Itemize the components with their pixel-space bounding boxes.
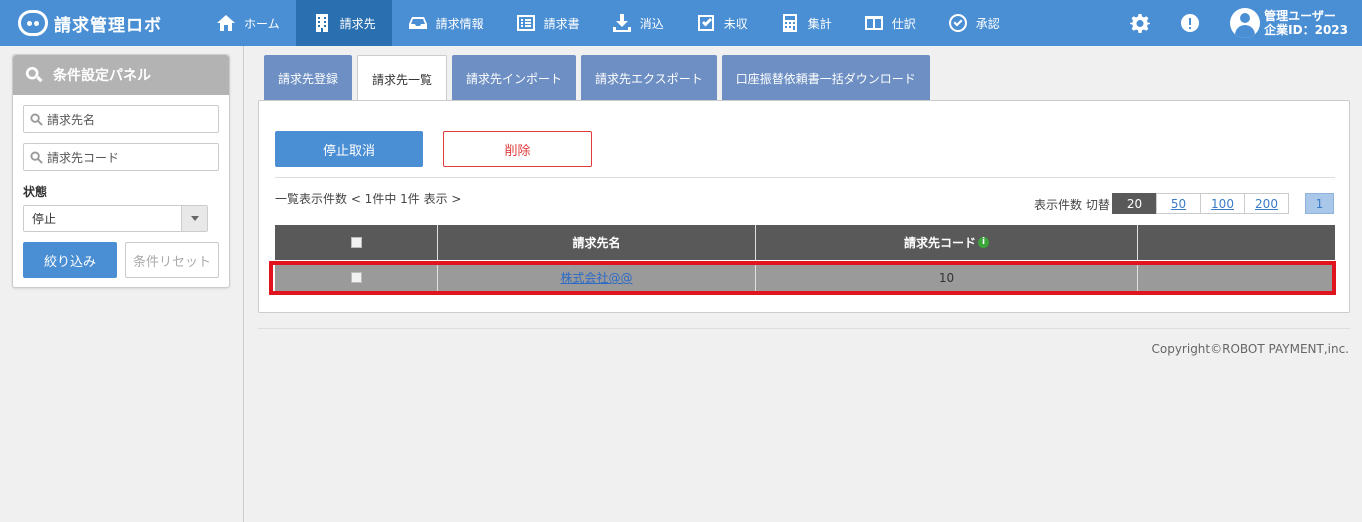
header-client-name[interactable]: 請求先名 bbox=[438, 225, 756, 260]
nav-label: 未収 bbox=[723, 16, 748, 31]
tab-client-register[interactable]: 請求先登録 bbox=[264, 55, 353, 101]
client-tabs: 請求先登録 請求先一覧 請求先インポート 請求先エクスポート 口座振替依頼書一括… bbox=[264, 55, 935, 102]
app-logo[interactable]: 請求管理ロボ bbox=[0, 0, 200, 46]
info-icon[interactable]: i bbox=[978, 237, 989, 248]
header-client-code[interactable]: 請求先コード i bbox=[756, 225, 1138, 260]
user-menu[interactable]: 管理ユーザー 企業ID：2023 bbox=[1230, 8, 1348, 38]
delete-button[interactable]: 削除 bbox=[443, 131, 592, 167]
client-table: 請求先名 請求先コード i 株式会社@@ 10 bbox=[275, 225, 1335, 293]
filter-panel-header: 条件設定パネル bbox=[13, 55, 229, 95]
per-page-selector: 20 50 100 200 bbox=[1112, 193, 1289, 214]
nav-approval[interactable]: 承認 bbox=[932, 0, 1016, 46]
page-1-button[interactable]: 1 bbox=[1305, 193, 1334, 214]
main-nav: ホーム 請求先 請求情報 請求書 消込 未収 集計 仕訳 承認 bbox=[200, 0, 1016, 46]
client-code-placeholder: 請求先コード bbox=[47, 150, 120, 165]
cancel-suspension-button[interactable]: 停止取消 bbox=[275, 131, 423, 167]
filter-panel-title: 条件設定パネル bbox=[53, 68, 151, 84]
per-page-200[interactable]: 200 bbox=[1244, 193, 1289, 214]
per-page-100[interactable]: 100 bbox=[1200, 193, 1245, 214]
columns-icon bbox=[864, 13, 884, 33]
nav-label: 消込 bbox=[639, 16, 664, 31]
header-right: 管理ユーザー 企業ID：2023 bbox=[1130, 0, 1362, 46]
client-name-placeholder: 請求先名 bbox=[47, 112, 96, 127]
state-label: 状態 bbox=[23, 185, 48, 199]
tab-client-export[interactable]: 請求先エクスポート bbox=[581, 55, 717, 101]
nav-clients[interactable]: 請求先 bbox=[295, 0, 392, 46]
reset-conditions-button[interactable]: 条件リセット bbox=[125, 242, 219, 278]
nav-home[interactable]: ホーム bbox=[200, 0, 296, 46]
gear-icon[interactable] bbox=[1130, 13, 1151, 33]
nav-label: 請求情報 bbox=[435, 16, 484, 31]
filter-panel: 条件設定パネル 請求先名 請求先コード 状態 停止 絞り込み 条件リセット bbox=[12, 54, 230, 288]
row-empty bbox=[1138, 262, 1335, 293]
list-icon bbox=[516, 13, 536, 33]
row-client-name: 株式会社@@ bbox=[438, 262, 756, 293]
per-page-50[interactable]: 50 bbox=[1156, 193, 1201, 214]
nav-journal[interactable]: 仕訳 bbox=[848, 0, 932, 46]
logo-text: 請求管理ロボ bbox=[54, 15, 162, 36]
client-list-panel: 停止取消 削除 一覧表示件数 < 1件中 1件 表示 > 表示件数 切替 20 … bbox=[258, 100, 1350, 313]
nav-reconcile[interactable]: 消込 bbox=[596, 0, 680, 46]
check-circle-icon bbox=[948, 13, 968, 33]
nav-label: ホーム bbox=[244, 16, 280, 31]
sidebar: 条件設定パネル 請求先名 請求先コード 状態 停止 絞り込み 条件リセット bbox=[0, 46, 244, 522]
user-info: 管理ユーザー 企業ID：2023 bbox=[1264, 9, 1348, 37]
header-client-code-label: 請求先コード bbox=[903, 236, 976, 250]
company-id: 企業ID：2023 bbox=[1264, 23, 1348, 37]
row-checkbox[interactable] bbox=[350, 272, 362, 283]
search-icon bbox=[30, 112, 43, 126]
filter-button[interactable]: 絞り込み bbox=[23, 242, 117, 278]
home-icon bbox=[216, 13, 236, 33]
nav-invoices[interactable]: 請求書 bbox=[500, 0, 596, 46]
alert-icon[interactable] bbox=[1180, 13, 1200, 33]
download-icon bbox=[612, 13, 632, 33]
nav-label: 請求先 bbox=[339, 16, 376, 31]
nav-billing-info[interactable]: 請求情報 bbox=[392, 0, 500, 46]
list-summary: 一覧表示件数 < 1件中 1件 表示 > bbox=[275, 192, 462, 206]
nav-label: 集計 bbox=[807, 16, 832, 31]
search-icon bbox=[25, 66, 43, 83]
per-page-label: 表示件数 切替 bbox=[1034, 198, 1110, 212]
robot-logo-icon bbox=[18, 10, 48, 36]
nav-label: 承認 bbox=[975, 16, 1000, 31]
building-icon bbox=[312, 13, 332, 33]
chevron-down-icon bbox=[181, 206, 207, 231]
select-all-checkbox[interactable] bbox=[350, 237, 362, 248]
client-name-link[interactable]: 株式会社@@ bbox=[560, 269, 632, 286]
nav-unpaid[interactable]: 未収 bbox=[680, 0, 764, 46]
divider bbox=[275, 177, 1335, 178]
nav-label: 請求書 bbox=[543, 16, 580, 31]
header-empty bbox=[1138, 225, 1335, 260]
inbox-icon bbox=[408, 13, 428, 33]
user-name: 管理ユーザー bbox=[1264, 9, 1336, 23]
avatar-icon bbox=[1230, 8, 1261, 38]
tab-client-list[interactable]: 請求先一覧 bbox=[357, 55, 448, 102]
nav-label: 仕訳 bbox=[891, 16, 916, 31]
top-header: 請求管理ロボ ホーム 請求先 請求情報 請求書 消込 未収 集計 仕訳 承認 管… bbox=[0, 0, 1362, 46]
calculator-icon bbox=[780, 13, 800, 33]
copyright: Copyright©ROBOT PAYMENT,inc. bbox=[1151, 342, 1349, 356]
state-select[interactable]: 停止 bbox=[23, 205, 208, 232]
client-name-input[interactable]: 請求先名 bbox=[23, 105, 219, 133]
table-row: 株式会社@@ 10 bbox=[275, 262, 1335, 293]
per-page-20[interactable]: 20 bbox=[1112, 193, 1157, 214]
tab-bulk-download[interactable]: 口座振替依頼書一括ダウンロード bbox=[721, 55, 930, 101]
tab-client-import[interactable]: 請求先インポート bbox=[452, 55, 577, 101]
table-header-row: 請求先名 請求先コード i bbox=[275, 225, 1335, 260]
search-icon bbox=[30, 150, 43, 164]
client-code-input[interactable]: 請求先コード bbox=[23, 143, 219, 171]
row-select-cell bbox=[275, 262, 438, 293]
checkbox-icon bbox=[696, 13, 716, 33]
state-value: 停止 bbox=[32, 212, 57, 226]
footer-divider bbox=[258, 328, 1350, 329]
nav-summary[interactable]: 集計 bbox=[764, 0, 848, 46]
header-select-cell bbox=[275, 225, 438, 260]
row-client-code: 10 bbox=[756, 262, 1138, 293]
